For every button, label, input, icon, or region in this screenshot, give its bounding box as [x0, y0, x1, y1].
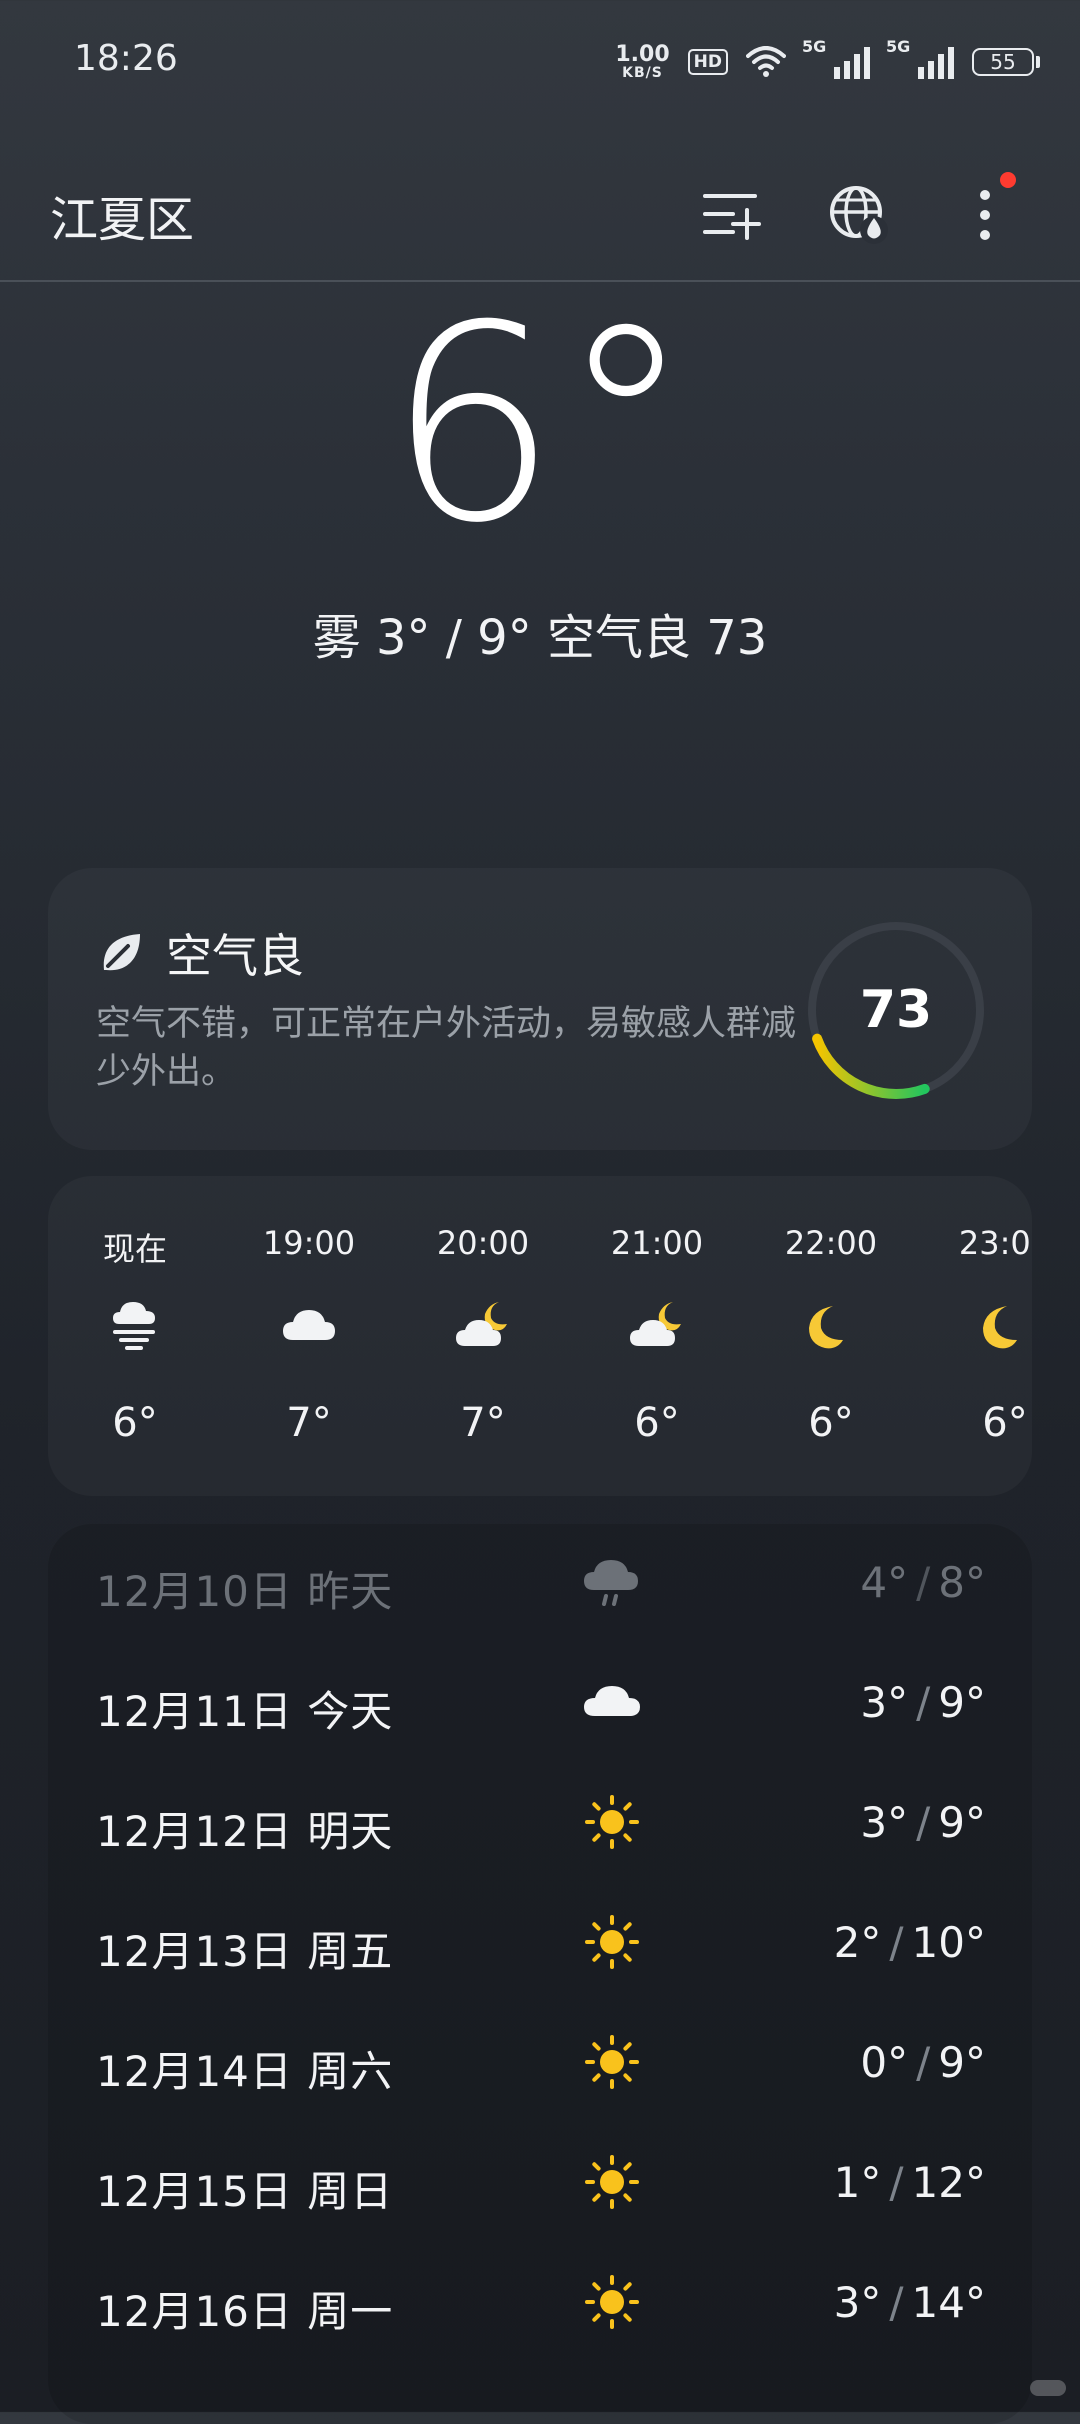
daily-row[interactable]: 12月14日 周六 0°/9° [48, 2004, 1032, 2124]
daily-low: 3° [860, 1798, 909, 1847]
battery-icon: 55 [972, 48, 1040, 76]
daily-row[interactable]: 12月12日 明天 3°/9° [48, 1764, 1032, 1884]
wifi-icon [746, 46, 786, 77]
daily-high: 9° [938, 1678, 986, 1727]
battery-level: 55 [972, 48, 1034, 76]
daily-low: 2° [833, 1918, 882, 1967]
daily-high: 10° [911, 1918, 986, 1967]
hourly-temp: 7° [460, 1400, 506, 1446]
daily-date: 12月13日 周五 [96, 1927, 394, 1976]
daily-temp-range: 0°/9° [860, 2038, 986, 2087]
hourly-temp: 6° [982, 1400, 1028, 1446]
network-speed-unit: KB/S [622, 65, 663, 81]
hourly-temp: 7° [286, 1400, 332, 1446]
network-speed-value: 1.00 [615, 42, 670, 67]
hourly-time: 20:00 [436, 1224, 530, 1262]
status-icons: 1.00 KB/S HD 5G 5G 55 [615, 37, 1040, 86]
more-vertical-icon [980, 190, 990, 240]
sun-icon [585, 2275, 639, 2329]
status-bar: 18:26 1.00 KB/S HD 5G 5G 55 [0, 0, 1080, 130]
moon-icon [809, 1306, 843, 1349]
daily-low: 4° [860, 1558, 909, 1607]
daily-row[interactable]: 12月16日 周一 3°/14° [48, 2244, 1032, 2364]
partly-cloudy-night-icon [456, 1302, 507, 1346]
daily-low: 3° [860, 1678, 909, 1727]
daily-temp-range: 4°/8° [860, 1558, 986, 1607]
aqi-gauge: 73 [804, 918, 988, 1102]
daily-high: 14° [911, 2278, 986, 2327]
manage-cities-button[interactable] [686, 170, 776, 260]
daily-date: 12月10日 昨天 [96, 1567, 394, 1616]
hourly-time: 23:00 [958, 1224, 1032, 1262]
sun-icon [585, 2035, 639, 2089]
watermark-badge [1030, 2380, 1066, 2396]
hourly-temp: 6° [808, 1400, 854, 1446]
daily-date: 12月12日 明天 [96, 1807, 394, 1856]
signal-2-tag: 5G [886, 37, 911, 56]
weather-summary[interactable]: 雾 3° / 9° 空气良 73 [0, 598, 1080, 668]
notification-dot [1000, 172, 1016, 188]
daily-temp-range: 3°/9° [860, 1678, 986, 1727]
cloud-icon [283, 1310, 335, 1340]
hourly-time: 19:00 [262, 1224, 356, 1262]
daily-date: 12月15日 周日 [96, 2167, 394, 2216]
daily-date: 12月14日 周六 [96, 2047, 394, 2096]
daily-low: 3° [833, 2278, 882, 2327]
hourly-temp: 6° [112, 1400, 158, 1446]
air-quality-title: 空气良 [166, 929, 304, 983]
hd-icon: HD [687, 49, 728, 75]
current-temperature: 6° [386, 267, 694, 582]
daily-temp-range: 3°/14° [833, 2278, 986, 2327]
partly-cloudy-night-icon [630, 1302, 681, 1346]
more-options-button[interactable] [940, 170, 1030, 260]
daily-date: 12月16日 周一 [96, 2287, 394, 2336]
daily-row[interactable]: 12月13日 周五 2°/10° [48, 1884, 1032, 2004]
daily-high: 12° [911, 2158, 986, 2207]
leaf-icon [103, 934, 140, 971]
hourly-time: 22:00 [784, 1224, 878, 1262]
daily-low: 1° [833, 2158, 882, 2207]
network-speed: 1.00 KB/S [615, 42, 670, 81]
daily-temp-range: 2°/10° [833, 1918, 986, 1967]
daily-date: 12月11日 今天 [96, 1687, 394, 1736]
daily-temp-range: 1°/12° [833, 2158, 986, 2207]
hourly-forecast[interactable]: 现在 6° 19:00 7° 20:00 7° 21:00 6° 22:00 6… [48, 1176, 1032, 1496]
air-quality-card[interactable]: 空气良 空气不错，可正常在户外活动，易敏感人群减少外出。 73 [48, 868, 1032, 1150]
daily-forecast: 12月10日 昨天 4°/8° 12月11日 今天 3°/9° 12月12日 明… [48, 1524, 1032, 2424]
signal-icon-2: 5G [886, 37, 954, 79]
moon-icon [983, 1306, 1017, 1349]
daily-row[interactable]: 12月15日 周日 1°/12° [48, 2124, 1032, 2244]
header-bar: 江夏区 [0, 170, 1080, 282]
sun-icon [585, 1915, 639, 1969]
aqi-value: 73 [859, 980, 933, 1040]
cloud-icon [584, 1686, 640, 1716]
daily-row[interactable]: 12月11日 今天 3°/9° [48, 1644, 1032, 1764]
signal-icon-1: 5G [802, 37, 870, 79]
city-name[interactable]: 江夏区 [50, 180, 194, 250]
rain-icon [584, 1560, 638, 1606]
sun-icon [585, 2155, 639, 2209]
hourly-time: 21:00 [610, 1224, 704, 1262]
hourly-time: 现在 [102, 1230, 167, 1268]
daily-low: 0° [860, 2038, 909, 2087]
hourly-temp: 6° [634, 1400, 680, 1446]
status-time: 18:26 [74, 38, 178, 79]
globe-drop-icon [830, 186, 888, 244]
daily-temp-range: 3°/9° [860, 1798, 986, 1847]
signal-1-tag: 5G [802, 37, 827, 56]
daily-row[interactable]: 12月10日 昨天 4°/8° [48, 1524, 1032, 1644]
air-quality-description: 空气不错，可正常在户外活动，易敏感人群减少外出。 [96, 1004, 797, 1092]
daily-high: 9° [938, 2038, 986, 2087]
daily-high: 8° [938, 1558, 986, 1607]
fog-icon [113, 1302, 155, 1350]
daily-high: 9° [938, 1798, 986, 1847]
air-quality-title-row: 空气良 [98, 920, 304, 986]
list-add-icon [703, 194, 761, 240]
global-weather-button[interactable] [814, 170, 904, 260]
sun-icon [585, 1795, 639, 1849]
